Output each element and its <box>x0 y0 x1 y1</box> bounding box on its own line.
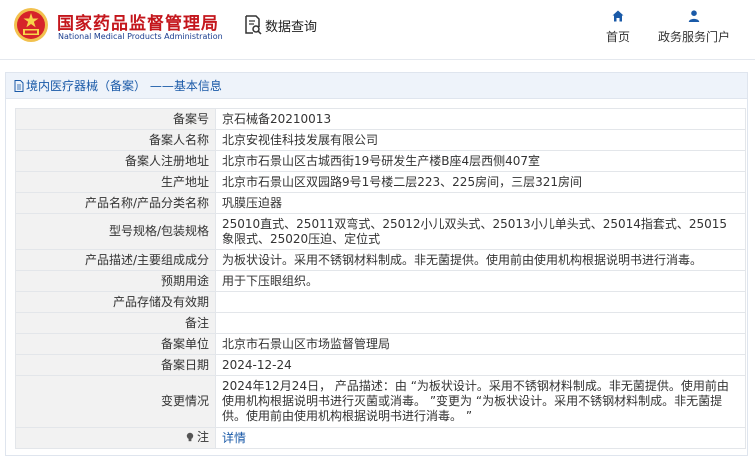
national-emblem-icon <box>14 8 48 42</box>
document-search-icon <box>245 15 262 35</box>
table-row: 备案人注册地址 北京市石景山区古城西街19号研发生产楼B座4层西侧407室 <box>15 150 746 172</box>
table-row: 备案号 京石械备20210013 <box>15 108 746 130</box>
row-label: 备案号 <box>15 108 216 130</box>
document-icon <box>14 79 24 92</box>
row-value: 25010直式、25011双弯式、25012小儿双头式、25013小儿单头式、2… <box>215 213 746 250</box>
site-header: 国家药品监督管理局 National Medical Products Admi… <box>0 0 755 60</box>
table-row: 产品描述/主要组成成分 为板状设计。采用不锈钢材料制成。非无菌提供。使用前由使用… <box>15 249 746 271</box>
site-title-en: National Medical Products Administration <box>58 32 223 41</box>
nav-service-portal-label: 政务服务门户 <box>658 30 731 44</box>
row-value <box>215 291 746 313</box>
table-row: 型号规格/包装规格 25010直式、25011双弯式、25012小儿双头式、25… <box>15 213 746 250</box>
row-label: 产品描述/主要组成成分 <box>15 249 216 271</box>
row-label: 变更情况 <box>15 375 216 428</box>
table-row: 备案单位 北京市石景山区市场监督管理局 <box>15 333 746 355</box>
table-row: 备注 <box>15 312 746 334</box>
home-icon <box>612 10 624 22</box>
row-label: 型号规格/包装规格 <box>15 213 216 250</box>
panel-title: 境内医疗器械（备案） ——基本信息 <box>6 73 747 99</box>
row-label: 备案单位 <box>15 333 216 355</box>
row-label: 备注 <box>15 312 216 334</box>
detail-link[interactable]: 详情 <box>222 431 246 445</box>
data-query-title[interactable]: 数据查询 <box>244 14 317 36</box>
site-title-cn[interactable]: 国家药品监督管理局 <box>57 9 219 34</box>
row-label: 预期用途 <box>15 270 216 292</box>
data-query-label: 数据查询 <box>265 19 318 35</box>
row-label: 备案人名称 <box>15 129 216 151</box>
row-value: 巩膜压迫器 <box>215 192 746 214</box>
row-label: 产品存储及有效期 <box>15 291 216 313</box>
table-row: 备案日期 2024-12-24 <box>15 354 746 376</box>
panel-title-text: 境内医疗器械（备案） ——基本信息 <box>26 79 222 93</box>
row-label: 注 <box>196 429 209 444</box>
table-row: 注 详情 <box>15 427 746 449</box>
row-value: 京石械备20210013 <box>215 108 746 130</box>
row-value: 用于下压眼组织。 <box>215 270 746 292</box>
row-value: 2024年12月24日， 产品描述：由 “为板状设计。采用不锈钢材料制成。非无菌… <box>215 375 746 428</box>
row-value <box>215 312 746 334</box>
row-value: 北京市石景山区古城西街19号研发生产楼B座4层西侧407室 <box>215 150 746 172</box>
table-row: 生产地址 北京市石景山区双园路9号1号楼二层223、225房间，三层321房间 <box>15 171 746 193</box>
table-row: 预期用途 用于下压眼组织。 <box>15 270 746 292</box>
note-label-cell: 注 <box>15 427 216 449</box>
row-value: 北京安视佳科技发展有限公司 <box>215 129 746 151</box>
table-row: 产品存储及有效期 <box>15 291 746 313</box>
row-value: 为板状设计。采用不锈钢材料制成。非无菌提供。使用前由使用机构根据说明书进行消毒。 <box>215 249 746 271</box>
device-info-table: 备案号 京石械备20210013 备案人名称 北京安视佳科技发展有限公司 备案人… <box>15 108 746 449</box>
user-icon <box>688 10 700 22</box>
row-label: 产品名称/产品分类名称 <box>15 192 216 214</box>
nav-home-label: 首页 <box>606 30 631 44</box>
row-value: 2024-12-24 <box>215 354 746 376</box>
nav-home[interactable]: 首页 <box>606 10 630 45</box>
row-value: 北京市石景山区市场监督管理局 <box>215 333 746 355</box>
row-value-cell: 详情 <box>215 427 746 449</box>
table-row: 变更情况 2024年12月24日， 产品描述：由 “为板状设计。采用不锈钢材料制… <box>15 375 746 428</box>
table-row: 产品名称/产品分类名称 巩膜压迫器 <box>15 192 746 214</box>
row-label: 备案人注册地址 <box>15 150 216 172</box>
row-value: 北京市石景山区双园路9号1号楼二层223、225房间，三层321房间 <box>215 171 746 193</box>
table-row: 备案人名称 北京安视佳科技发展有限公司 <box>15 129 746 151</box>
device-info-panel: 境内医疗器械（备案） ——基本信息 备案号 京石械备20210013 备案人名称… <box>5 72 748 456</box>
row-label: 备案日期 <box>15 354 216 376</box>
nav-service-portal[interactable]: 政务服务门户 <box>658 10 730 45</box>
bulb-icon <box>186 433 194 442</box>
row-label: 生产地址 <box>15 171 216 193</box>
